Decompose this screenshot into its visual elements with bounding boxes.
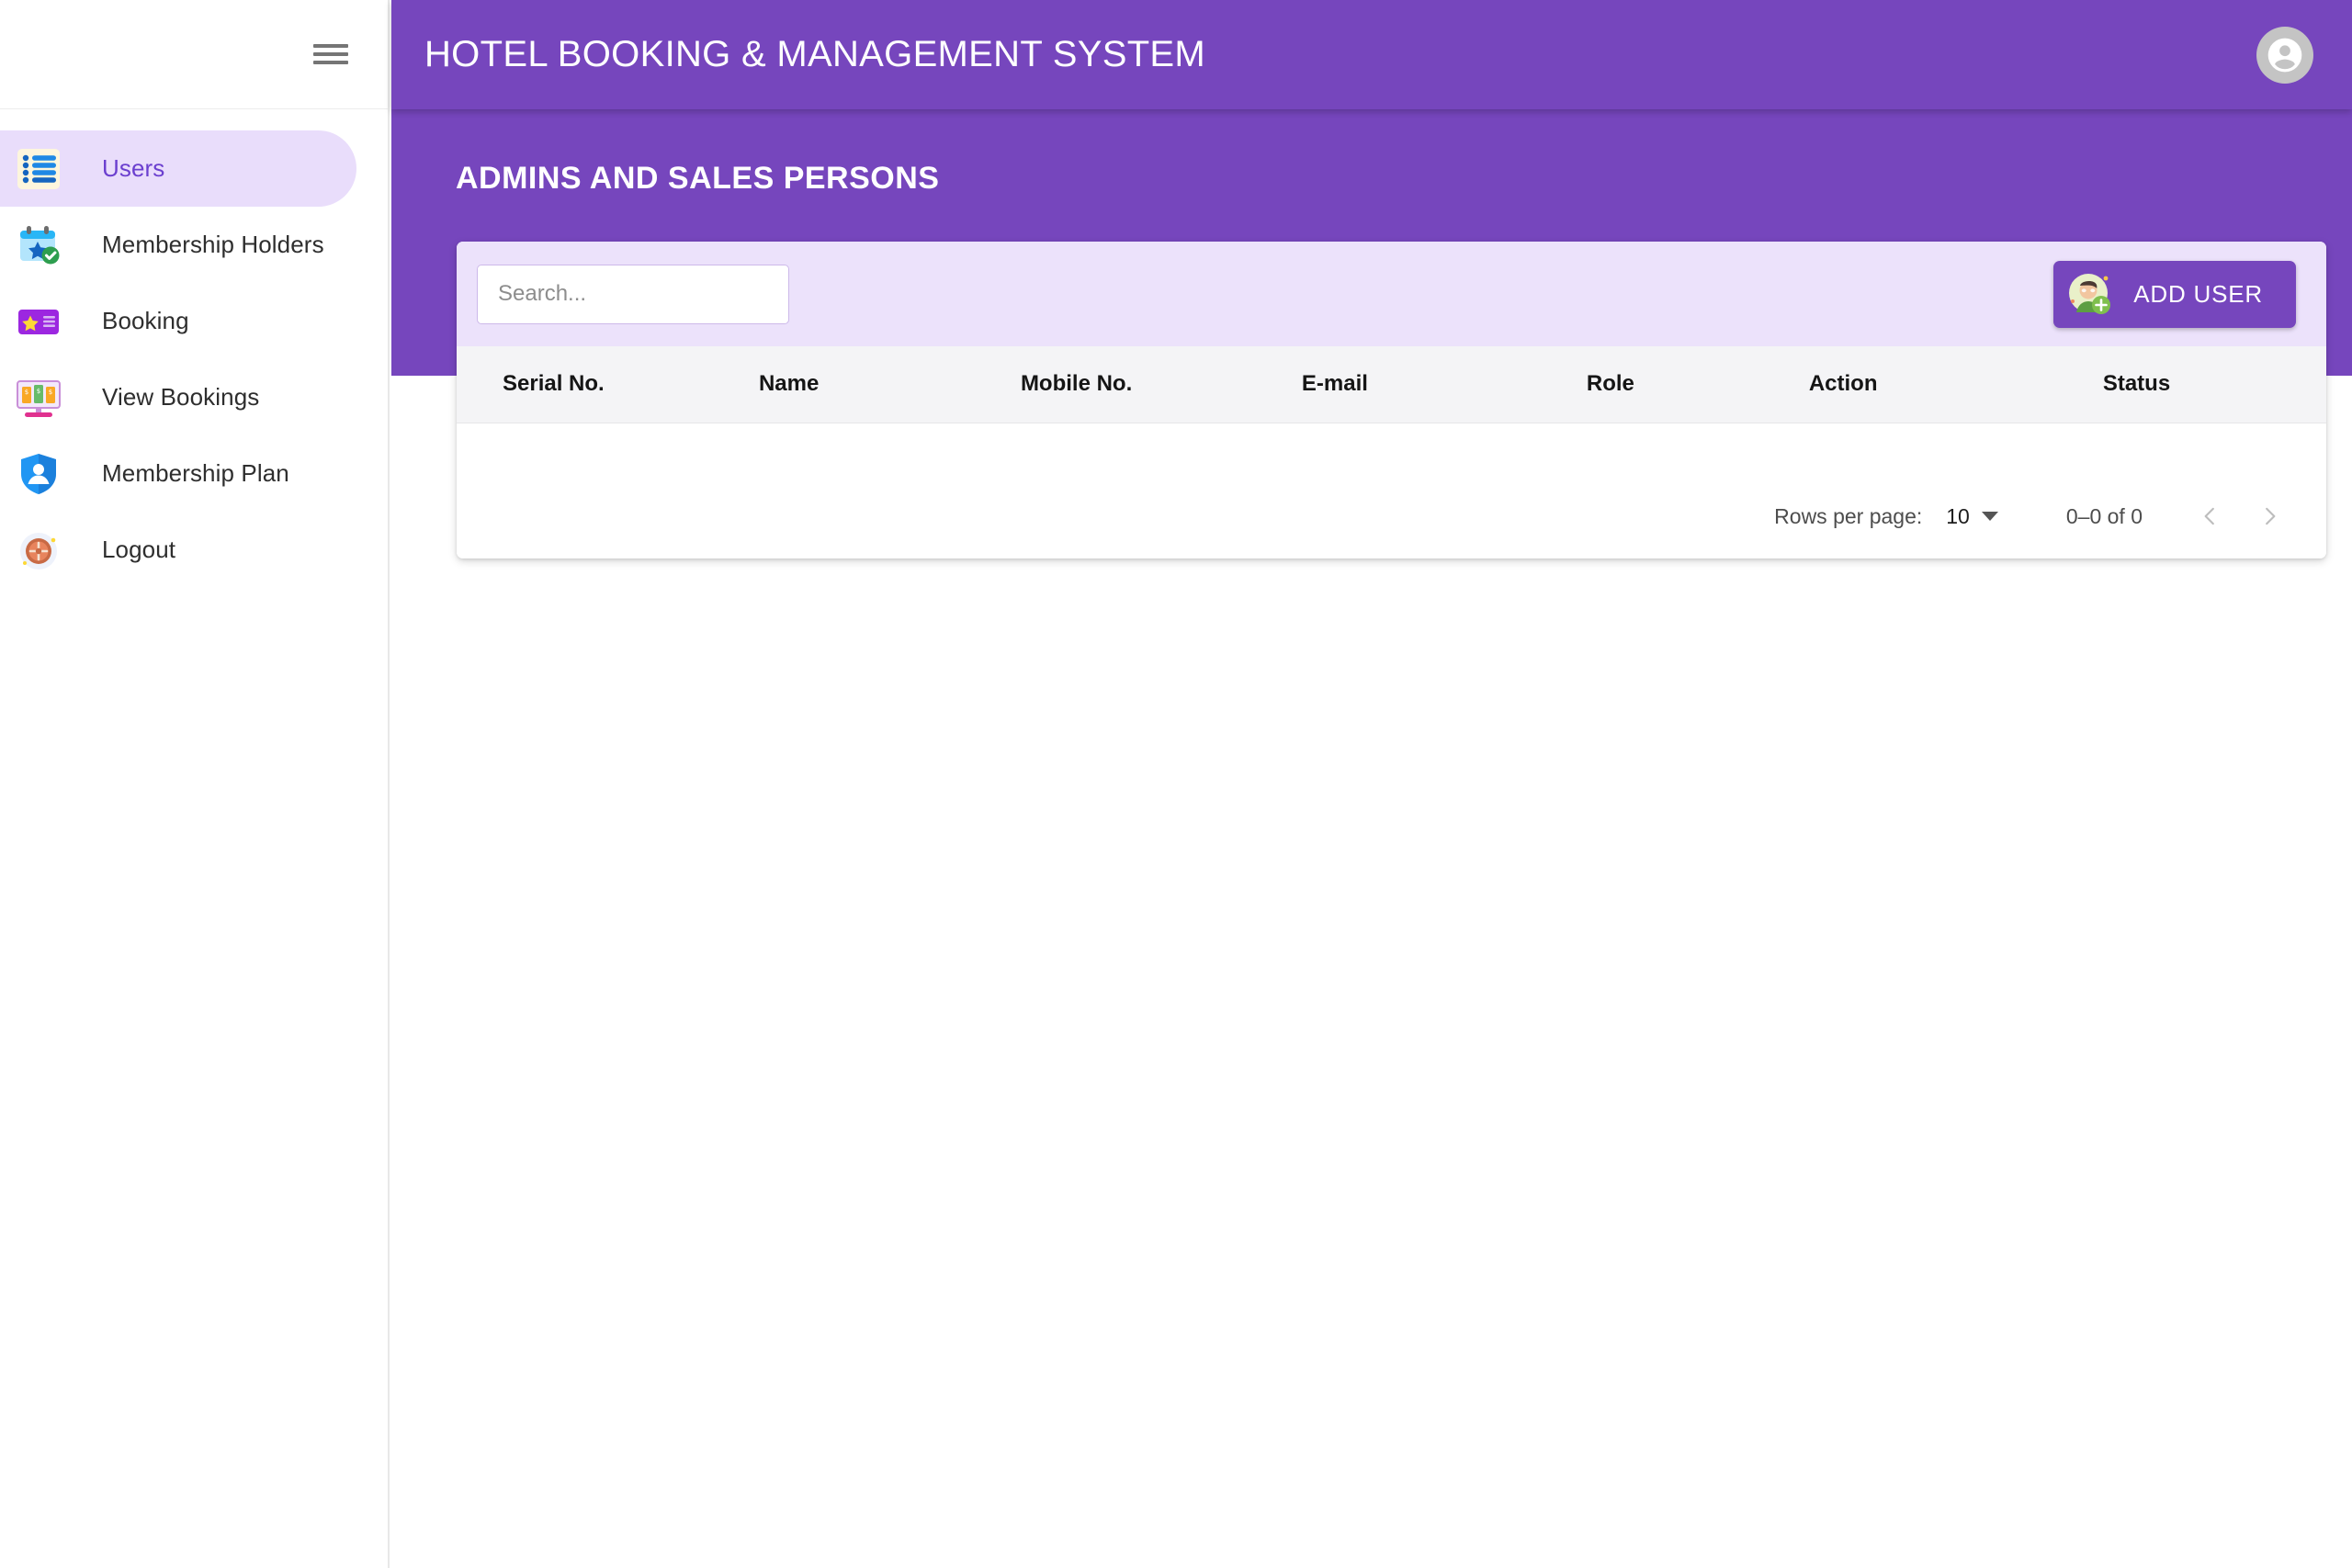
sidebar-item-membership-plan[interactable]: Membership Plan — [0, 435, 356, 512]
rows-per-page-value: 10 — [1946, 503, 1970, 528]
sidebar-item-label: Booking — [102, 307, 189, 334]
add-user-label: ADD USER — [2133, 279, 2263, 308]
svg-text:$: $ — [37, 388, 40, 395]
hamburger-line — [313, 44, 348, 48]
table-body — [457, 423, 2326, 474]
users-card: ADD USER Serial No. Name Mobile No. E-ma… — [457, 242, 2326, 558]
column-header-action[interactable]: Action — [1783, 346, 2050, 423]
card-toolbar: ADD USER — [457, 242, 2326, 346]
add-user-button[interactable]: ADD USER — [2053, 260, 2296, 328]
add-user-avatar-icon — [2064, 268, 2116, 320]
table-header-row: Serial No. Name Mobile No. E-mail Role A… — [457, 346, 2326, 423]
table-head: Serial No. Name Mobile No. E-mail Role A… — [457, 346, 2326, 423]
column-header-mobile-no[interactable]: Mobile No. — [987, 346, 1253, 423]
hamburger-line — [313, 61, 348, 64]
column-header-name[interactable]: Name — [721, 346, 988, 423]
calendar-star-check-icon — [15, 221, 62, 269]
table-pagination: Rows per page: 10 0–0 of 0 — [457, 474, 2326, 558]
sidebar-item-booking[interactable]: Booking — [0, 283, 356, 359]
sidebar-item-logout[interactable]: Logout — [0, 512, 356, 588]
sidebar-header — [0, 0, 388, 109]
table-empty-row — [457, 423, 2326, 474]
sidebar-item-membership-holders[interactable]: Membership Holders — [0, 207, 356, 283]
monitor-money-icon: $ $ $ — [15, 374, 62, 422]
search-input[interactable] — [477, 264, 789, 324]
sidebar-item-users[interactable]: Users — [0, 130, 356, 207]
sidebar-item-label: Membership Holders — [102, 231, 324, 258]
shield-person-icon — [15, 450, 62, 498]
svg-text:$: $ — [25, 389, 28, 396]
account-circle-icon[interactable] — [2256, 26, 2313, 84]
sidebar-item-label: Users — [102, 154, 165, 182]
chevron-down-icon — [1981, 512, 1998, 521]
column-header-status[interactable]: Status — [2049, 346, 2326, 423]
column-header-email[interactable]: E-mail — [1252, 346, 1519, 423]
table-empty-cell — [457, 423, 2326, 474]
list-icon — [15, 145, 62, 193]
app-root: Users Membership Holders Booking $ $ $ V… — [0, 0, 2352, 1568]
app-bar: HOTEL BOOKING & MANAGEMENT SYSTEM — [391, 0, 2352, 109]
pagination-range-label: 0–0 of 0 — [2065, 503, 2143, 528]
column-header-serial-no[interactable]: Serial No. — [457, 346, 722, 423]
page-title: HOTEL BOOKING & MANAGEMENT SYSTEM — [424, 34, 1206, 74]
previous-page-button[interactable] — [2179, 486, 2240, 547]
column-header-role[interactable]: Role — [1518, 346, 1784, 423]
logout-target-icon — [15, 526, 62, 574]
hamburger-menu-icon[interactable] — [313, 41, 348, 67]
booking-card-star-icon — [15, 298, 62, 345]
sidebar-nav-list: Users Membership Holders Booking $ $ $ V… — [0, 109, 388, 588]
users-table: Serial No. Name Mobile No. E-mail Role A… — [457, 346, 2326, 474]
rows-per-page-label: Rows per page: — [1774, 503, 1923, 528]
next-page-button[interactable] — [2240, 486, 2301, 547]
svg-text:$: $ — [49, 389, 52, 396]
account-circle-glyph — [2267, 38, 2302, 72]
chevron-left-icon — [2204, 507, 2214, 525]
section-title: ADMINS AND SALES PERSONS — [456, 161, 940, 196]
rows-per-page-select[interactable]: 10 — [1946, 504, 1998, 529]
sidebar-item-label: Membership Plan — [102, 459, 289, 487]
sidebar: Users Membership Holders Booking $ $ $ V… — [0, 0, 390, 1568]
sidebar-item-label: Logout — [102, 536, 176, 563]
chevron-right-icon — [2266, 507, 2276, 525]
hamburger-line — [313, 52, 348, 56]
sidebar-item-label: View Bookings — [102, 383, 260, 411]
sidebar-item-view-bookings[interactable]: $ $ $ View Bookings — [0, 359, 356, 435]
